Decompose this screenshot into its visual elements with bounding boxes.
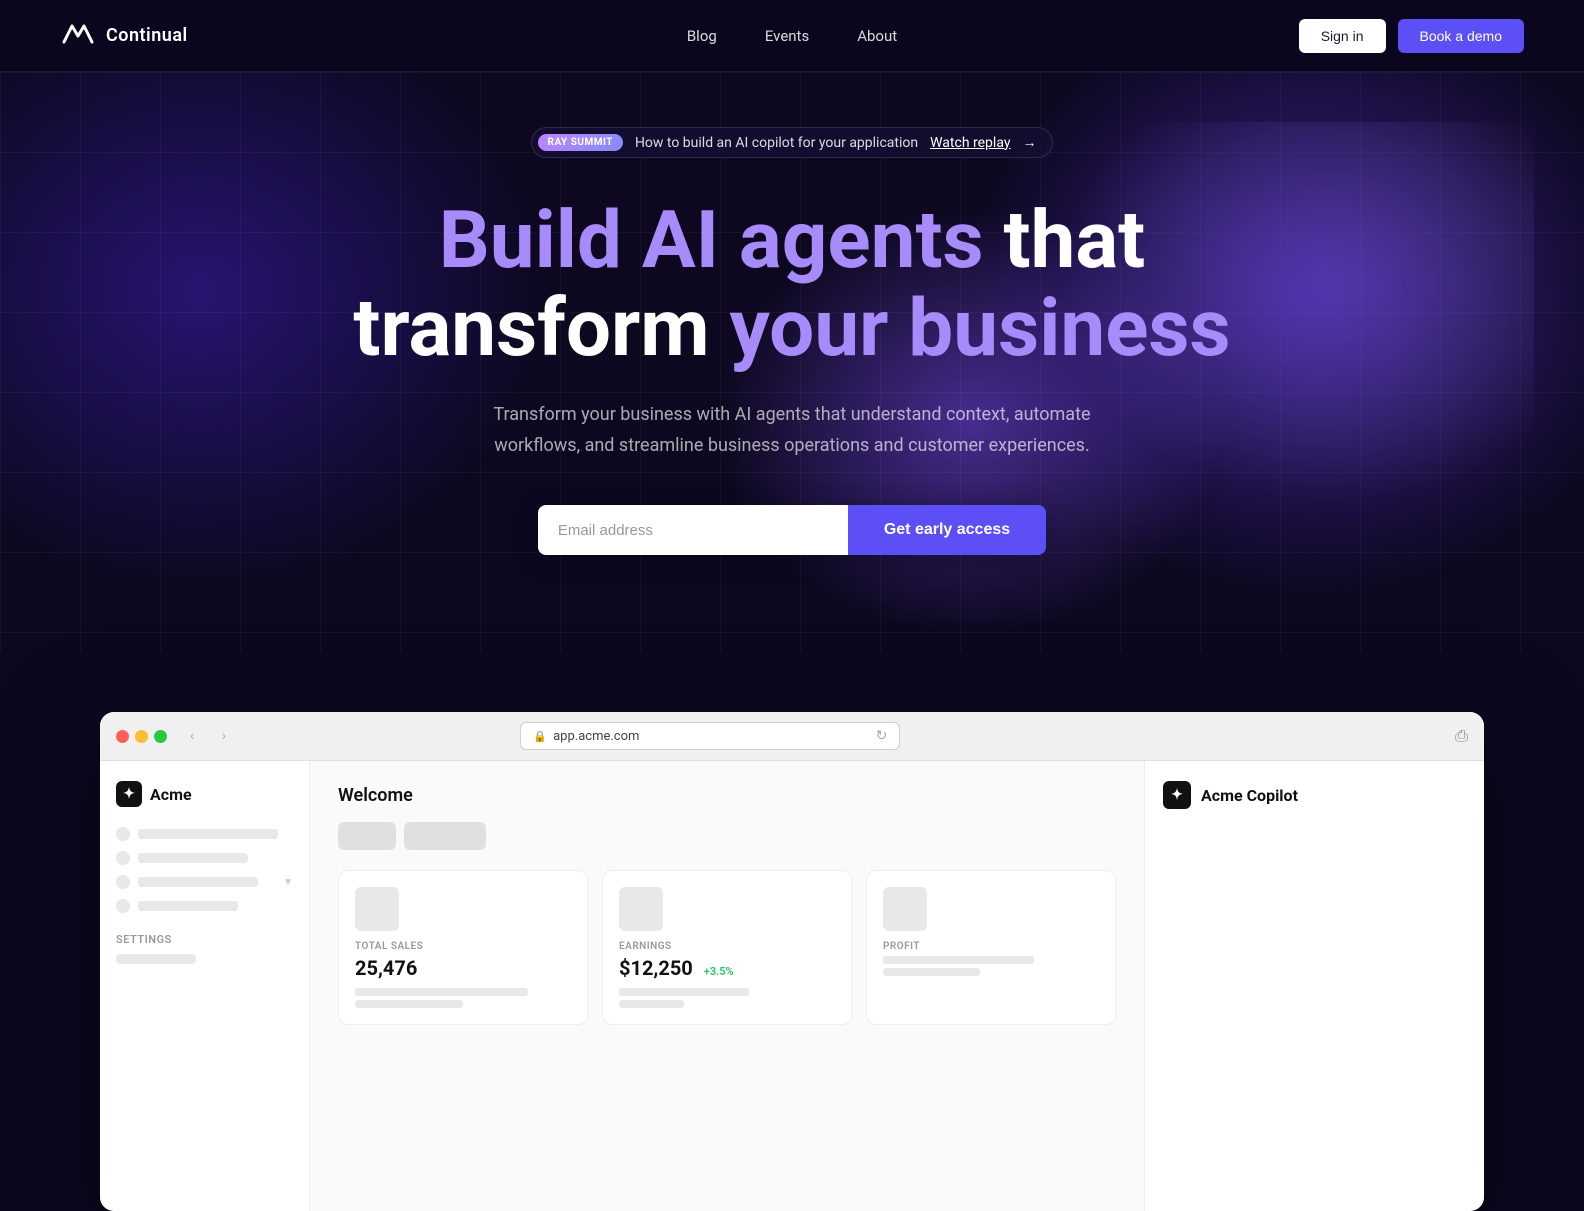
copilot-panel: ✦ Acme Copilot — [1144, 761, 1484, 1211]
banner-arrow: → — [1022, 134, 1036, 151]
copilot-icon: ✦ — [1163, 781, 1191, 809]
hero-subtext: Transform your business with AI agents t… — [482, 400, 1102, 461]
app-logo-icon: ✦ — [116, 781, 142, 807]
stat-card-earnings: EARNINGS $12,250 +3.5% — [602, 870, 852, 1025]
sk-bar-2 — [138, 853, 248, 863]
browser-bar: ‹ › 🔒 app.acme.com ↻ ⎙ — [100, 712, 1484, 761]
lock-icon: 🔒 — [533, 730, 547, 743]
browser-back-button[interactable]: ‹ — [179, 723, 205, 749]
traffic-light-green[interactable] — [154, 730, 167, 743]
headline-line1: Build AI agents that — [353, 196, 1230, 284]
sidebar-row-2 — [116, 851, 293, 865]
stat-bar-3 — [883, 956, 1099, 976]
headline-text-that: that — [1003, 193, 1145, 287]
app-name: Acme — [150, 785, 192, 804]
banner-pill: RAY SUMMIT How to build an AI copilot fo… — [531, 127, 1054, 158]
stat-label-3: PROFIT — [883, 941, 1099, 952]
stat-card-total-sales: TOTAL SALES 25,476 — [338, 870, 588, 1025]
stat-value-2: $12,250 +3.5% — [619, 956, 835, 980]
stat-card-profit: PROFIT — [866, 870, 1116, 1025]
stat-badge-earnings: +3.5% — [704, 965, 734, 978]
welcome-pill-1 — [338, 822, 396, 850]
stat-bar-2 — [619, 988, 835, 1008]
hero-content: RAY SUMMIT How to build an AI copilot fo… — [353, 127, 1230, 555]
app-sidebar: ✦ Acme ▼ — [100, 761, 310, 1211]
chevron-down-icon: ▼ — [283, 877, 293, 888]
stat-sk-2a — [619, 988, 749, 996]
stat-label-2: EARNINGS — [619, 941, 835, 952]
sidebar-row-1 — [116, 827, 293, 841]
nav-events[interactable]: Events — [765, 27, 809, 45]
banner-tag: RAY SUMMIT — [538, 134, 623, 151]
stats-row: TOTAL SALES 25,476 EARNINGS $ — [338, 870, 1116, 1025]
nav-links: Blog Events About — [687, 27, 897, 45]
stat-thumb-2 — [619, 887, 663, 931]
browser-nav: ‹ › — [179, 723, 237, 749]
sk-dot-2 — [116, 851, 130, 865]
brand-logo[interactable]: Continual — [60, 22, 188, 50]
traffic-lights — [116, 730, 167, 743]
sidebar-row-4 — [116, 899, 293, 913]
browser-forward-button[interactable]: › — [211, 723, 237, 749]
browser-window: ‹ › 🔒 app.acme.com ↻ ⎙ ✦ Acme — [100, 712, 1484, 1211]
stat-sk-3b — [883, 968, 980, 976]
sidebar-settings-row — [116, 954, 293, 964]
watch-replay-link[interactable]: Watch replay — [930, 135, 1010, 151]
welcome-heading: Welcome — [338, 785, 1116, 806]
headline-text-build-ai-agents: Build AI agents — [439, 193, 1004, 287]
sk-dot-4 — [116, 899, 130, 913]
nav-blog[interactable]: Blog — [687, 27, 717, 45]
settings-label: SETTINGS — [116, 933, 293, 946]
app-main: Welcome TOTAL SALES 25,476 — [310, 761, 1144, 1211]
welcome-pill-2 — [404, 822, 486, 850]
refresh-icon[interactable]: ↻ — [876, 728, 888, 744]
sk-settings-bar — [116, 954, 196, 964]
nav-about[interactable]: About — [857, 27, 897, 45]
cta-row: Get early access — [538, 505, 1046, 555]
stat-thumb-1 — [355, 887, 399, 931]
copilot-header: ✦ Acme Copilot — [1163, 781, 1466, 809]
app-logo: ✦ Acme — [116, 781, 293, 807]
headline-text-your-business: your business — [729, 281, 1230, 375]
stat-sk-3a — [883, 956, 1034, 964]
headline-text-transform: transform — [353, 281, 729, 375]
sk-bar-3 — [138, 877, 258, 887]
traffic-light-red[interactable] — [116, 730, 129, 743]
browser-content: ✦ Acme ▼ — [100, 761, 1484, 1211]
stat-label-1: TOTAL SALES — [355, 941, 571, 952]
stat-bar-1 — [355, 988, 571, 1008]
stat-sk-1a — [355, 988, 528, 996]
stat-value-1: 25,476 — [355, 956, 571, 980]
traffic-light-yellow[interactable] — [135, 730, 148, 743]
stat-sk-1b — [355, 1000, 463, 1008]
sk-bar-4 — [138, 901, 238, 911]
stat-sk-2b — [619, 1000, 684, 1008]
browser-url-bar[interactable]: 🔒 app.acme.com ↻ — [520, 722, 900, 750]
sk-dot-3 — [116, 875, 130, 889]
email-input[interactable] — [538, 505, 848, 555]
stat-thumb-3 — [883, 887, 927, 931]
sidebar-nav-skeleton: ▼ — [116, 827, 293, 913]
browser-actions: ⎙ — [1455, 726, 1468, 746]
welcome-pills — [338, 822, 1116, 850]
continual-logo-icon — [60, 22, 96, 50]
get-early-access-button[interactable]: Get early access — [848, 505, 1046, 555]
sidebar-row-3: ▼ — [116, 875, 293, 889]
hero-headline: Build AI agents that transform your busi… — [353, 196, 1230, 372]
sk-bar-1 — [138, 829, 278, 839]
browser-url-text: app.acme.com — [553, 729, 639, 744]
share-button[interactable]: ⎙ — [1455, 726, 1468, 746]
banner-text: How to build an AI copilot for your appl… — [635, 135, 918, 151]
browser-section: ‹ › 🔒 app.acme.com ↻ ⎙ ✦ Acme — [0, 712, 1584, 1211]
book-demo-button[interactable]: Book a demo — [1398, 19, 1525, 53]
navbar: Continual Blog Events About Sign in Book… — [0, 0, 1584, 72]
brand-name: Continual — [106, 25, 188, 46]
hero-section: RAY SUMMIT How to build an AI copilot fo… — [0, 72, 1584, 652]
signin-button[interactable]: Sign in — [1299, 19, 1386, 53]
sk-dot-1 — [116, 827, 130, 841]
nav-actions: Sign in Book a demo — [1299, 19, 1524, 53]
copilot-label: Acme Copilot — [1201, 786, 1298, 805]
headline-line2: transform your business — [353, 284, 1230, 372]
